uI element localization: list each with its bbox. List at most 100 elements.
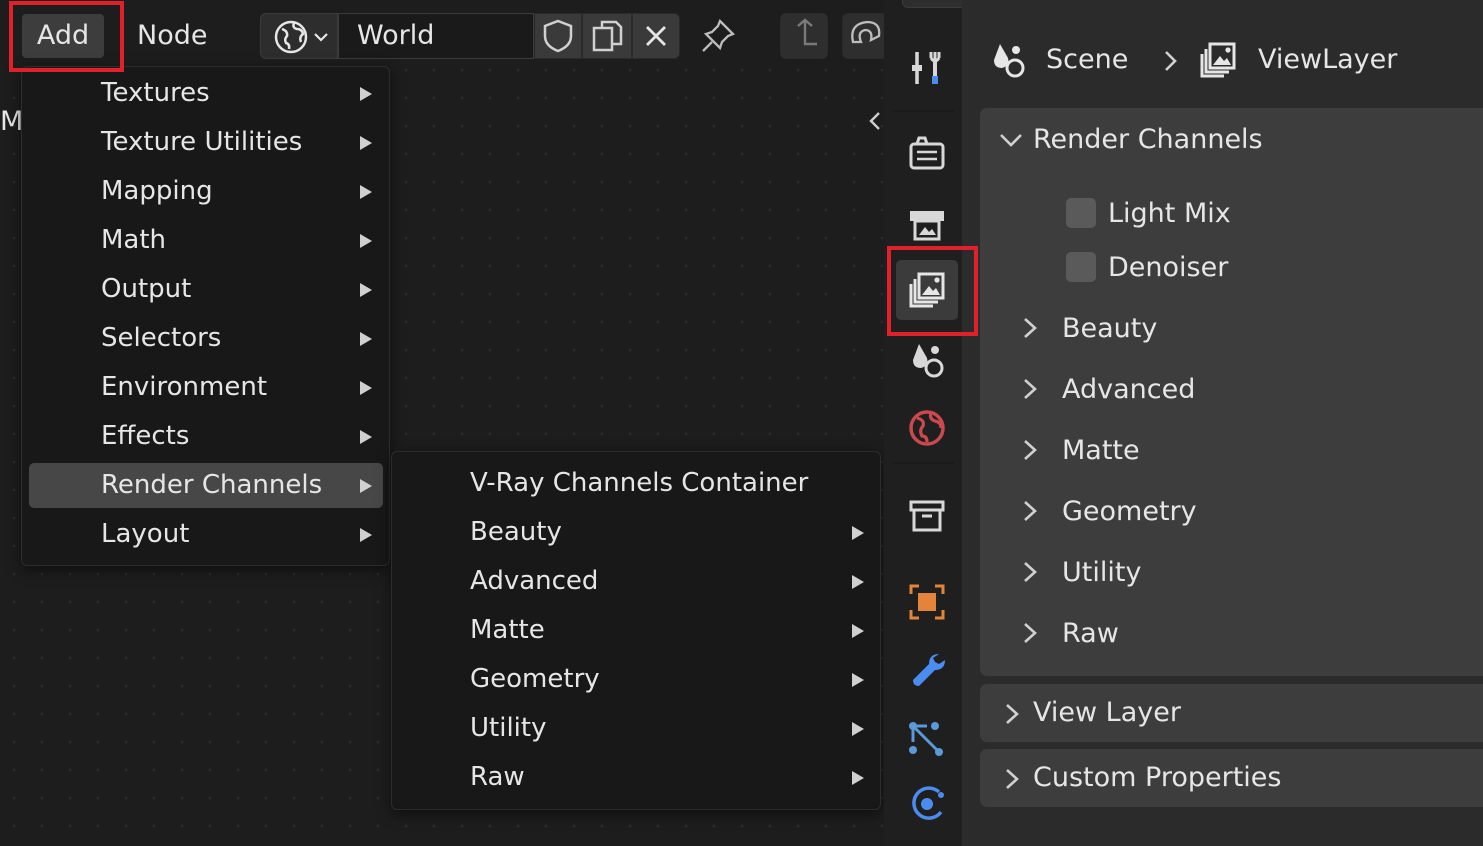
breadcrumb-chevron-icon bbox=[1165, 51, 1177, 71]
menu-item-label: Effects bbox=[101, 421, 190, 451]
node-menu-button[interactable]: Node bbox=[137, 14, 217, 58]
custom-properties-panel[interactable]: Custom Properties bbox=[980, 749, 1483, 807]
submenu-arrow-icon bbox=[360, 283, 372, 297]
panel-title: Render Channels bbox=[1033, 124, 1263, 155]
view-layer-panel[interactable]: View Layer bbox=[980, 684, 1483, 742]
menu-item-layout[interactable]: Layout bbox=[29, 512, 383, 557]
shield-icon bbox=[543, 19, 573, 53]
menu-item-selectors[interactable]: Selectors bbox=[29, 316, 383, 361]
tab-separator bbox=[892, 462, 954, 464]
menu-item-label: Geometry bbox=[470, 664, 600, 694]
tab-render[interactable] bbox=[896, 124, 958, 184]
chevron-right-icon bbox=[1024, 379, 1037, 399]
menu-item-label: Matte bbox=[470, 615, 545, 645]
tab-physics[interactable] bbox=[896, 774, 958, 834]
subpanel-advanced[interactable]: Advanced bbox=[1020, 369, 1195, 409]
submenu-arrow-icon bbox=[360, 87, 372, 101]
menu-item-textures[interactable]: Textures bbox=[29, 71, 383, 116]
tab-world[interactable] bbox=[896, 398, 958, 458]
pin-icon bbox=[702, 18, 736, 52]
submenu-arrow-icon bbox=[852, 526, 864, 540]
particles-icon bbox=[909, 722, 943, 756]
render-channels-panel-header[interactable]: Render Channels bbox=[980, 120, 1483, 160]
chevron-right-icon bbox=[1006, 704, 1019, 724]
submenu-item-geometry[interactable]: Geometry bbox=[398, 657, 875, 702]
tab-tool[interactable] bbox=[896, 38, 958, 98]
world-name-field[interactable]: World bbox=[338, 13, 534, 59]
checkbox-label: Denoiser bbox=[1108, 251, 1229, 283]
tab-particles[interactable] bbox=[896, 708, 958, 768]
world-data-selector[interactable] bbox=[260, 13, 338, 59]
denoiser-checkbox-row[interactable]: Denoiser bbox=[1066, 249, 1228, 285]
tab-modifier[interactable] bbox=[896, 640, 958, 700]
properties-editor: Scene ViewLayer Render Channels Light Mi… bbox=[962, 0, 1483, 846]
subpanel-label: Beauty bbox=[1062, 312, 1158, 344]
submenu-item-utility[interactable]: Utility bbox=[398, 706, 875, 751]
render-icon bbox=[909, 136, 945, 170]
tab-output[interactable] bbox=[896, 193, 958, 253]
chevron-down-icon bbox=[1000, 134, 1022, 147]
side-label: M bbox=[0, 106, 24, 137]
menu-item-label: Raw bbox=[470, 762, 525, 792]
scene-icon bbox=[994, 44, 1025, 78]
submenu-arrow-icon bbox=[360, 528, 372, 542]
pin-button[interactable] bbox=[694, 13, 742, 59]
light-mix-checkbox[interactable] bbox=[1066, 198, 1096, 228]
menu-item-label: Render Channels bbox=[101, 470, 323, 500]
properties-tabs bbox=[884, 0, 984, 846]
submenu-arrow-icon bbox=[360, 185, 372, 199]
chevron-right-icon bbox=[1006, 769, 1019, 789]
magnet-icon bbox=[851, 20, 881, 44]
subpanel-label: Matte bbox=[1062, 434, 1140, 466]
submenu-item-vray-channels-container[interactable]: V-Ray Channels Container bbox=[398, 461, 875, 506]
fake-user-button[interactable] bbox=[534, 13, 582, 59]
wrench-icon bbox=[913, 654, 945, 686]
unlink-button[interactable] bbox=[632, 13, 680, 59]
subpanel-raw[interactable]: Raw bbox=[1020, 613, 1119, 653]
submenu-item-raw[interactable]: Raw bbox=[398, 755, 875, 800]
tab-object[interactable] bbox=[896, 572, 958, 632]
menu-item-label: Selectors bbox=[101, 323, 222, 353]
scene-icon bbox=[913, 344, 944, 378]
tool-icon bbox=[912, 52, 941, 84]
panel-title: Custom Properties bbox=[1033, 762, 1282, 793]
menu-item-output[interactable]: Output bbox=[29, 267, 383, 312]
menu-item-render-channels[interactable]: Render Channels bbox=[29, 463, 383, 508]
menu-item-label: Utility bbox=[470, 713, 547, 743]
submenu-item-matte[interactable]: Matte bbox=[398, 608, 875, 653]
snap-button[interactable] bbox=[842, 13, 884, 59]
arrow-up-icon bbox=[797, 18, 817, 46]
light-mix-checkbox-row[interactable]: Light Mix bbox=[1066, 195, 1231, 231]
menu-item-mapping[interactable]: Mapping bbox=[29, 169, 383, 214]
subpanel-beauty[interactable]: Beauty bbox=[1020, 308, 1157, 348]
submenu-arrow-icon bbox=[360, 430, 372, 444]
menu-item-label: Math bbox=[101, 225, 167, 255]
tab-scene[interactable] bbox=[896, 330, 958, 390]
subpanel-label: Raw bbox=[1062, 617, 1119, 649]
parent-node-tree-button[interactable] bbox=[780, 13, 828, 59]
duplicate-button[interactable] bbox=[582, 13, 632, 59]
menu-item-label: Environment bbox=[101, 372, 268, 402]
menu-item-label: Advanced bbox=[470, 566, 599, 596]
world-icon bbox=[909, 410, 945, 446]
world-icon bbox=[274, 20, 328, 54]
menu-item-effects[interactable]: Effects bbox=[29, 414, 383, 459]
view-layer-icon bbox=[1200, 42, 1236, 78]
highlight-add-button bbox=[9, 1, 124, 72]
subpanel-geometry[interactable]: Geometry bbox=[1020, 491, 1197, 531]
denoiser-checkbox[interactable] bbox=[1066, 252, 1096, 282]
tab-collection[interactable] bbox=[896, 486, 958, 546]
breadcrumb-view-layer[interactable]: ViewLayer bbox=[1258, 36, 1397, 84]
menu-item-texture-utilities[interactable]: Texture Utilities bbox=[29, 120, 383, 165]
menu-item-label: V-Ray Channels Container bbox=[470, 468, 809, 498]
breadcrumb-scene[interactable]: Scene bbox=[1046, 36, 1128, 84]
submenu-item-beauty[interactable]: Beauty bbox=[398, 510, 875, 555]
render-channels-panel: Render Channels Light Mix Denoiser Beaut… bbox=[980, 108, 1483, 676]
menu-item-environment[interactable]: Environment bbox=[29, 365, 383, 410]
menu-item-math[interactable]: Math bbox=[29, 218, 383, 263]
subpanel-utility[interactable]: Utility bbox=[1020, 552, 1141, 592]
close-icon bbox=[646, 26, 666, 46]
submenu-item-advanced[interactable]: Advanced bbox=[398, 559, 875, 604]
subpanel-matte[interactable]: Matte bbox=[1020, 430, 1140, 470]
sidebar-toggle-icon[interactable] bbox=[864, 104, 884, 138]
